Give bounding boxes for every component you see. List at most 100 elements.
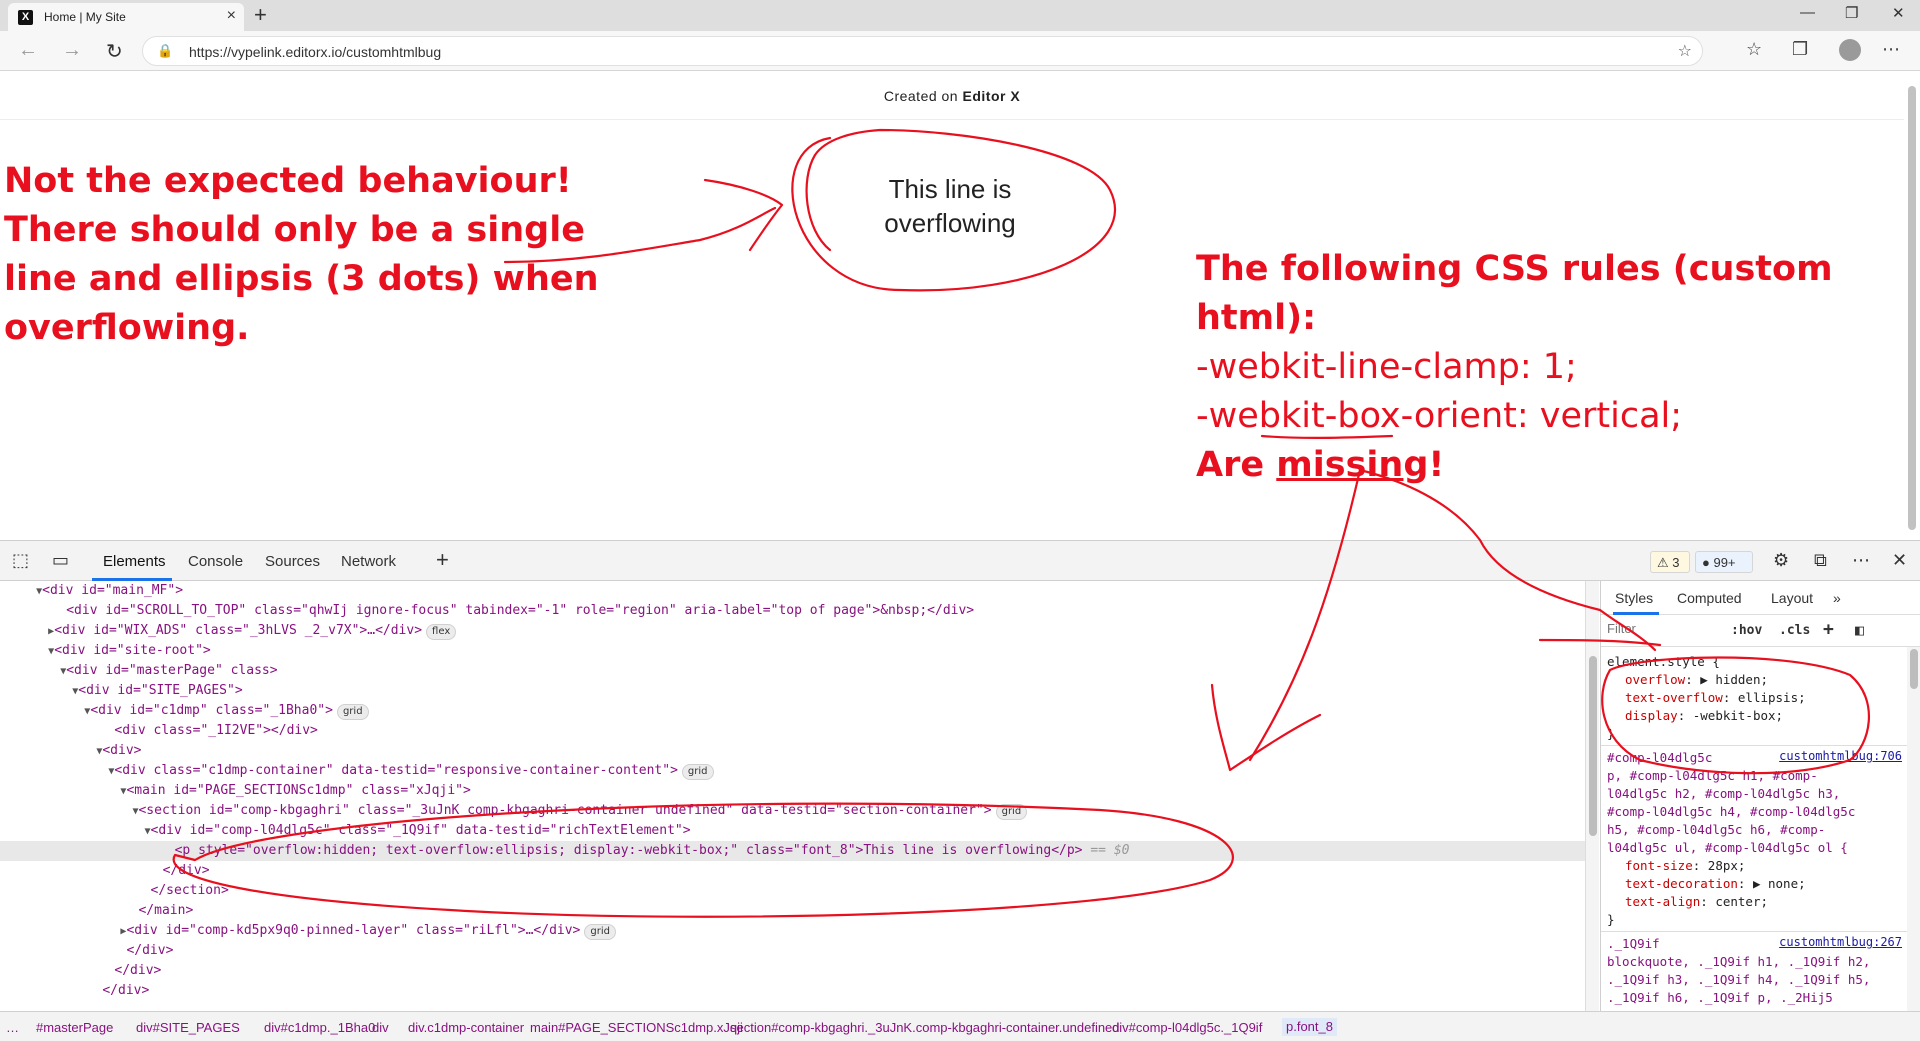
restore-icon[interactable]: ❐ bbox=[1845, 4, 1858, 22]
expand-arrow-icon[interactable]: ▼ bbox=[0, 586, 42, 597]
add-panel-icon[interactable]: + bbox=[436, 547, 449, 573]
dom-node[interactable]: </div> bbox=[0, 941, 1585, 961]
breadcrumb-item[interactable]: … bbox=[6, 1020, 19, 1035]
created-on-banner[interactable]: Created on Editor X bbox=[0, 88, 1904, 104]
dom-node[interactable]: ▼<div class="c1dmp-container" data-testi… bbox=[0, 761, 1585, 781]
dom-node[interactable]: </main> bbox=[0, 901, 1585, 921]
expand-arrow-icon[interactable]: ▼ bbox=[0, 666, 66, 677]
expand-arrow-icon[interactable]: ▼ bbox=[0, 826, 150, 837]
device-emulation-icon[interactable]: ▭ bbox=[52, 550, 69, 571]
rule-source-link[interactable]: customhtmlbug:706 bbox=[1779, 749, 1902, 763]
close-devtools-icon[interactable]: ✕ bbox=[1892, 550, 1907, 571]
dom-node[interactable]: ▶<div id="WIX_ADS" class="_3hLVS _2_v7X"… bbox=[0, 621, 1585, 641]
rule-source-link[interactable]: customhtmlbug:267 bbox=[1779, 935, 1902, 949]
minimize-icon[interactable]: — bbox=[1800, 4, 1815, 21]
profile-avatar[interactable] bbox=[1839, 39, 1861, 61]
dom-node[interactable]: </div> bbox=[0, 961, 1585, 981]
collections-icon[interactable]: ❐ bbox=[1792, 39, 1808, 60]
expand-arrow-icon[interactable]: ▼ bbox=[0, 786, 126, 797]
breadcrumb-item[interactable]: p.font_8 bbox=[1282, 1018, 1337, 1036]
lock-icon[interactable]: 🔒 bbox=[157, 43, 173, 59]
dom-tree-scrollbar[interactable] bbox=[1585, 581, 1599, 1011]
new-tab-button[interactable]: + bbox=[254, 2, 267, 28]
expand-arrow-icon[interactable]: ▼ bbox=[0, 686, 78, 697]
dom-node[interactable]: </div> bbox=[0, 981, 1585, 1001]
more-tabs-icon[interactable]: » bbox=[1833, 590, 1841, 606]
dom-tree[interactable]: ▼<div id="main_MF"> <div id="SCROLL_TO_T… bbox=[0, 581, 1585, 1011]
layout-badge[interactable]: grid bbox=[584, 924, 616, 940]
warnings-badge[interactable]: ⚠ 3 bbox=[1650, 551, 1690, 573]
breadcrumb-item[interactable]: section#comp-kbgaghri._3uJnK.comp-kbgagh… bbox=[730, 1020, 1120, 1035]
tab-computed[interactable]: Computed bbox=[1677, 590, 1742, 606]
url-bar[interactable]: 🔒 https://vypelink.editorx.io/customhtml… bbox=[142, 36, 1703, 66]
dom-node[interactable]: ▼<div> bbox=[0, 741, 1585, 761]
customize-menu-icon[interactable]: ⋯ bbox=[1852, 550, 1870, 571]
tab-elements[interactable]: Elements bbox=[103, 553, 166, 570]
toggle-sidebar-icon[interactable]: ◧ bbox=[1855, 621, 1864, 639]
styles-scrollbar-thumb[interactable] bbox=[1910, 649, 1918, 689]
layout-badge[interactable]: grid bbox=[995, 804, 1028, 820]
tab-layout[interactable]: Layout bbox=[1771, 590, 1813, 606]
dom-node[interactable]: ▼<main id="PAGE_SECTIONSc1dmp" class="xJ… bbox=[0, 781, 1585, 801]
css-declaration[interactable]: display: -webkit-box; bbox=[1625, 707, 1783, 725]
hover-state-button[interactable]: :hov bbox=[1731, 623, 1762, 638]
dom-node[interactable]: ▼<div id="masterPage" class> bbox=[0, 661, 1585, 681]
class-toggle-button[interactable]: .cls bbox=[1779, 623, 1810, 638]
expand-arrow-icon[interactable]: ▼ bbox=[0, 806, 138, 817]
expand-arrow-icon[interactable]: ▼ bbox=[0, 706, 90, 717]
breadcrumb-item[interactable]: div.c1dmp-container bbox=[408, 1020, 524, 1035]
dom-node[interactable]: <div class="_1I2VE"></div> bbox=[0, 721, 1585, 741]
dom-node[interactable]: ▼<div id="main_MF"> bbox=[0, 581, 1585, 601]
breadcrumb-item[interactable]: div bbox=[372, 1020, 389, 1035]
dom-node-selected[interactable]: <p style="overflow:hidden; text-overflow… bbox=[0, 841, 1585, 861]
dom-node[interactable]: ▼<section id="comp-kbgaghri" class="_3uJ… bbox=[0, 801, 1585, 821]
breadcrumb-item[interactable]: div#comp-l04dlg5c._1Q9if bbox=[1112, 1020, 1262, 1035]
breadcrumb-item[interactable]: div#c1dmp._1Bha0 bbox=[264, 1020, 375, 1035]
expand-arrow-icon[interactable]: ▼ bbox=[0, 746, 102, 757]
css-declaration[interactable]: text-overflow: ellipsis; bbox=[1625, 689, 1806, 707]
breadcrumb-item[interactable]: main#PAGE_SECTIONSc1dmp.xJqji bbox=[530, 1020, 743, 1035]
browser-tab[interactable]: X Home | My Site × bbox=[8, 3, 244, 31]
close-tab-icon[interactable]: × bbox=[227, 7, 236, 25]
tab-console[interactable]: Console bbox=[188, 553, 243, 570]
expand-arrow-icon[interactable]: ▼ bbox=[0, 646, 54, 657]
remote-devices-icon[interactable]: ⧉ bbox=[1814, 550, 1827, 571]
more-menu-icon[interactable]: ⋯ bbox=[1882, 39, 1900, 60]
tab-sources[interactable]: Sources bbox=[265, 553, 320, 570]
new-style-rule-icon[interactable]: + bbox=[1823, 619, 1834, 640]
collapse-arrow-icon[interactable]: ▶ bbox=[0, 926, 126, 937]
dom-node[interactable]: </div> bbox=[0, 861, 1585, 881]
css-declaration[interactable]: text-align: center; bbox=[1625, 893, 1768, 911]
back-icon[interactable]: ← bbox=[18, 39, 38, 62]
css-declaration[interactable]: font-size: 28px; bbox=[1625, 857, 1745, 875]
forward-icon[interactable]: → bbox=[62, 39, 82, 62]
messages-badge[interactable]: ● 99+ bbox=[1695, 551, 1753, 573]
refresh-icon[interactable]: ↻ bbox=[106, 39, 123, 64]
close-window-icon[interactable]: ✕ bbox=[1892, 4, 1905, 22]
styles-scrollbar[interactable] bbox=[1907, 647, 1920, 1011]
dom-node[interactable]: </section> bbox=[0, 881, 1585, 901]
breadcrumb-item[interactable]: div#SITE_PAGES bbox=[136, 1020, 240, 1035]
dom-tree-scrollbar-thumb[interactable] bbox=[1589, 656, 1597, 836]
collapse-arrow-icon[interactable]: ▶ bbox=[0, 626, 54, 637]
dom-node[interactable]: ▶<div id="comp-kd5px9q0-pinned-layer" cl… bbox=[0, 921, 1585, 941]
tab-styles[interactable]: Styles bbox=[1615, 590, 1653, 606]
dom-node[interactable]: ▼<div id="c1dmp" class="_1Bha0"> grid bbox=[0, 701, 1585, 721]
tab-network[interactable]: Network bbox=[341, 553, 396, 570]
expand-arrow-icon[interactable]: ▼ bbox=[0, 766, 114, 777]
css-declaration[interactable]: overflow: ▶ hidden; bbox=[1625, 671, 1768, 689]
dom-node[interactable]: ▼<div id="site-root"> bbox=[0, 641, 1585, 661]
layout-badge[interactable]: grid bbox=[336, 704, 369, 720]
inspect-element-icon[interactable]: ⬚ bbox=[12, 550, 29, 571]
breadcrumb-item[interactable]: #masterPage bbox=[36, 1020, 113, 1035]
css-declaration[interactable]: text-decoration: ▶ none; bbox=[1625, 875, 1806, 893]
layout-badge[interactable]: flex bbox=[426, 624, 457, 640]
settings-gear-icon[interactable]: ⚙ bbox=[1773, 550, 1789, 571]
layout-badge[interactable]: grid bbox=[681, 764, 714, 780]
dom-node[interactable]: ▼<div id="comp-l04dlg5c" class="_1Q9if" … bbox=[0, 821, 1585, 841]
styles-filter-input[interactable] bbox=[1607, 621, 1687, 636]
dom-node[interactable]: ▼<div id="SITE_PAGES"> bbox=[0, 681, 1585, 701]
dom-node[interactable]: <div id="SCROLL_TO_TOP" class="qhwIj ign… bbox=[0, 601, 1585, 621]
add-favorite-icon[interactable]: ☆ bbox=[1678, 41, 1692, 61]
favorites-icon[interactable]: ☆ bbox=[1746, 39, 1762, 60]
